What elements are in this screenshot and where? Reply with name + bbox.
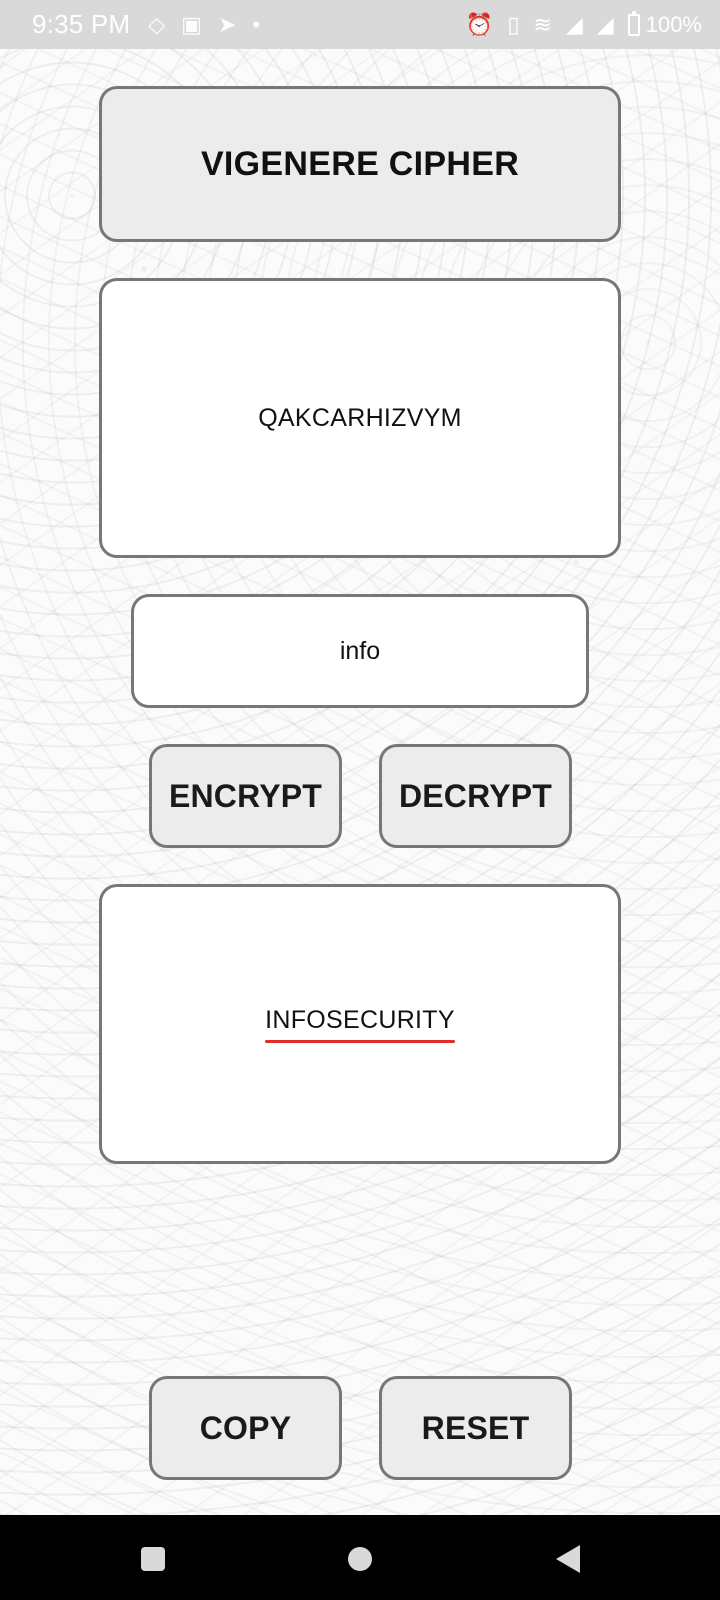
battery: 100% [627, 10, 702, 38]
battery-icon [627, 10, 640, 36]
app-title: VIGENERE CIPHER [200, 144, 520, 183]
triangle-icon [556, 1545, 580, 1573]
square-icon [141, 1547, 165, 1571]
circle-icon [348, 1547, 372, 1571]
binance-icon: ◇ [148, 11, 166, 37]
decrypt-button[interactable]: DECRYPT [379, 744, 572, 848]
key-value: info [339, 636, 381, 665]
status-time: 9:35 PM [32, 9, 131, 39]
status-bar-right: ⏰ ▯ ≋ ◢ ◢ 100% [465, 10, 702, 38]
navigation-bar [0, 1515, 720, 1600]
status-icons-left: ◇ ▣ ➤ • [148, 12, 260, 38]
alarm-icon: ⏰ [465, 11, 494, 37]
wifi-icon: ≋ [533, 11, 552, 37]
copy-button-label: COPY [199, 1409, 292, 1446]
cipher-text-value: QAKCARHIZVYM [258, 403, 462, 432]
encrypt-button-label: ENCRYPT [168, 777, 323, 814]
status-bar: 9:35 PM ◇ ▣ ➤ • ⏰ ▯ ≋ ◢ ◢ 100% [0, 0, 720, 49]
plain-text-field[interactable]: INFOSECURITY [99, 884, 621, 1164]
vibrate-icon: ▯ [507, 11, 520, 37]
decrypt-button-label: DECRYPT [398, 777, 553, 814]
box-icon: ▣ [181, 11, 202, 37]
reset-button[interactable]: RESET [379, 1376, 572, 1480]
back-button[interactable] [544, 1535, 592, 1583]
app-title-box: VIGENERE CIPHER [99, 86, 621, 242]
cipher-text-field[interactable]: QAKCARHIZVYM [99, 278, 621, 558]
encrypt-button[interactable]: ENCRYPT [149, 744, 342, 848]
dot-icon: • [252, 11, 261, 37]
plain-text-value: INFOSECURITY [265, 1006, 455, 1043]
key-field[interactable]: info [131, 594, 589, 708]
doodle-background [0, 49, 720, 1515]
home-button[interactable] [336, 1535, 384, 1583]
battery-percent: 100% [645, 11, 702, 37]
copy-button[interactable]: COPY [149, 1376, 342, 1480]
telegram-icon: ➤ [217, 11, 237, 37]
signal-4g-icon: ◢ [596, 11, 614, 37]
recent-apps-button[interactable] [129, 1535, 177, 1583]
status-bar-left: 9:35 PM ◇ ▣ ➤ • [32, 9, 260, 40]
signal-4g-icon: ◢ [565, 11, 583, 37]
reset-button-label: RESET [421, 1409, 530, 1446]
